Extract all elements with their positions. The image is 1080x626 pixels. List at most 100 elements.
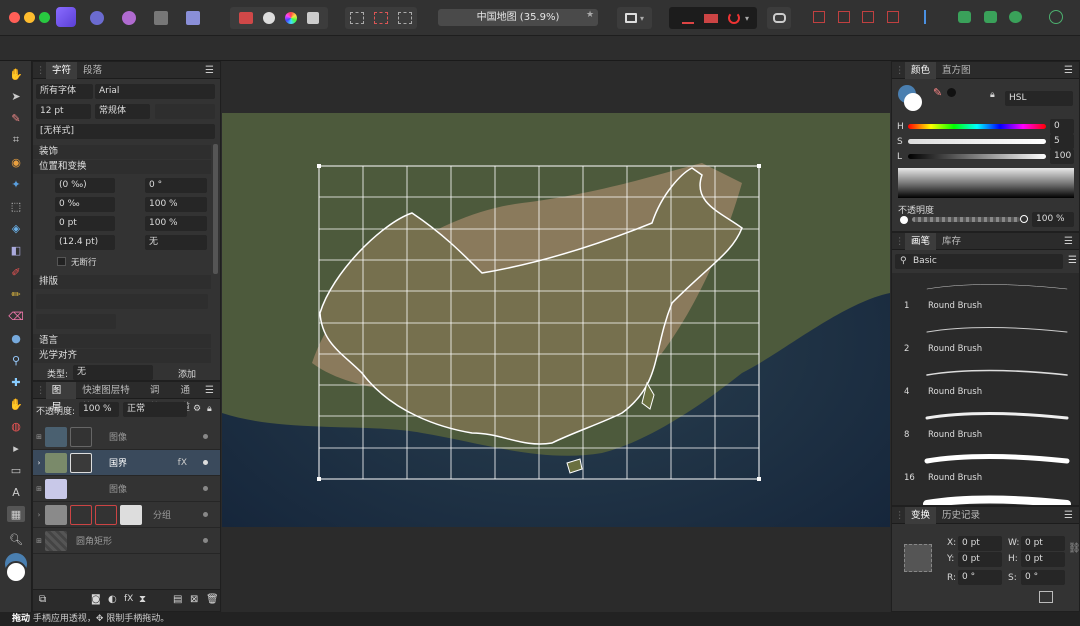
text-tool-icon[interactable]: A: [7, 484, 25, 500]
tab-color[interactable]: 颜色: [905, 61, 937, 79]
typography-buttons-row2[interactable]: [36, 314, 116, 329]
add-layer-icon[interactable]: ⊠: [190, 594, 198, 605]
layer-visibility-dot[interactable]: [203, 486, 208, 491]
warp-handle[interactable]: [317, 164, 321, 168]
fx-icon[interactable]: fX: [124, 594, 133, 604]
color-picker-tool-icon[interactable]: ✎: [7, 110, 25, 126]
anchor-point-selector[interactable]: [904, 544, 932, 572]
lock-icon[interactable]: 🔒︎: [990, 90, 995, 100]
snapping-magnet-icon[interactable]: [727, 12, 740, 24]
align-icon[interactable]: [924, 10, 936, 24]
subtract-icon[interactable]: [984, 11, 997, 23]
saturation-slider[interactable]: [908, 139, 1046, 144]
liquify-persona-icon[interactable]: [118, 7, 140, 29]
panel-menu-icon[interactable]: ☰: [205, 65, 214, 76]
healing-brush-icon[interactable]: ✚: [7, 374, 25, 390]
move-tool-icon[interactable]: ➤: [7, 88, 25, 104]
color-wheel-icon[interactable]: [285, 12, 297, 24]
arrange-icon[interactable]: [813, 11, 825, 23]
layer-row-selected[interactable]: › 国界 fX: [33, 450, 220, 476]
brush-item[interactable]: 4 Round Brush: [892, 359, 1079, 402]
h-field[interactable]: 0 pt: [1021, 552, 1065, 567]
layer-visibility-dot[interactable]: [203, 434, 208, 439]
user-account-icon[interactable]: [1049, 10, 1063, 24]
vertical-scale-field[interactable]: 100 %: [145, 197, 207, 212]
boolean-icon[interactable]: [887, 11, 899, 23]
warp-handle[interactable]: [317, 477, 321, 481]
marquee-tool-icon[interactable]: ⬚: [7, 198, 25, 214]
alignment-field[interactable]: 无: [145, 235, 207, 250]
red-eye-tool-icon[interactable]: ◍: [7, 418, 25, 434]
contrast-icon[interactable]: [263, 12, 275, 24]
layer-settings-gear-icon[interactable]: ⚙: [193, 404, 201, 414]
close-window-button[interactable]: [9, 12, 20, 23]
mirror-icon[interactable]: [703, 13, 718, 23]
document-title[interactable]: 中国地图 (35.9%): [438, 9, 598, 26]
layer-row[interactable]: ⊞ 圆角矩形: [33, 528, 220, 554]
section-position-transform[interactable]: 位置和变换: [33, 160, 211, 174]
layer-opacity-field[interactable]: 100 %: [79, 402, 119, 417]
develop-persona-icon[interactable]: [150, 7, 172, 29]
black-swatch[interactable]: [947, 88, 956, 97]
canvas-area[interactable]: [222, 61, 890, 612]
panel-menu-icon[interactable]: ☰: [205, 385, 214, 396]
pixel-tool-icon[interactable]: ✏: [7, 286, 25, 302]
add-icon[interactable]: [958, 11, 971, 23]
mask-layer-icon[interactable]: ◙: [91, 594, 101, 605]
section-decoration[interactable]: 装饰: [33, 145, 211, 159]
x-field[interactable]: 0 pt: [958, 536, 1002, 551]
erase-brush-icon[interactable]: ⌫: [7, 308, 25, 324]
folder-icon[interactable]: ▤: [173, 594, 182, 605]
tab-paragraph[interactable]: 段落: [77, 62, 108, 79]
flood-fill-icon[interactable]: ◈: [7, 220, 25, 236]
color-opacity-field[interactable]: 100 %: [1032, 212, 1074, 227]
tab-histogram[interactable]: 直方图: [936, 62, 977, 79]
w-field[interactable]: 0 pt: [1021, 536, 1065, 551]
paint-brush-icon[interactable]: ✐: [7, 264, 25, 280]
tab-adjustments[interactable]: 调整: [144, 382, 175, 413]
ruler-icon[interactable]: [681, 12, 694, 24]
text-style-select[interactable]: [无样式]: [36, 124, 215, 139]
lock-icon[interactable]: 🔒︎: [207, 404, 212, 414]
eyedropper-icon[interactable]: ✎: [933, 86, 942, 99]
live-filter-icon[interactable]: ⧗: [139, 594, 146, 605]
add-button[interactable]: 添加: [178, 367, 196, 380]
brush-item-partial[interactable]: [892, 488, 1079, 505]
maximize-window-button[interactable]: [39, 12, 50, 23]
warp-handle[interactable]: [757, 164, 761, 168]
layer-visibility-dot[interactable]: [203, 512, 208, 517]
tab-history[interactable]: 历史记录: [936, 507, 986, 524]
smudge-tool-icon[interactable]: ✋: [7, 396, 25, 412]
auto-adjust-icon[interactable]: [307, 12, 319, 24]
saturation-field[interactable]: 5: [1050, 134, 1074, 149]
hue-field[interactable]: 0: [1050, 119, 1074, 134]
font-style-select[interactable]: 常规体: [95, 104, 150, 119]
hand-tool-icon[interactable]: ✋: [7, 66, 25, 82]
levels-icon[interactable]: [239, 12, 253, 24]
brush-category-select[interactable]: Basic: [895, 254, 1063, 269]
font-collection-select[interactable]: 所有字体: [36, 84, 93, 99]
rotation-field[interactable]: 0 °: [958, 570, 1002, 585]
export-persona-icon[interactable]: [182, 7, 204, 29]
shear-field[interactable]: 0 °: [1021, 570, 1065, 585]
app-logo-icon[interactable]: [56, 7, 76, 27]
tracking-field[interactable]: (0 ‰): [55, 178, 115, 193]
adjustment-layer-icon[interactable]: ◐: [108, 594, 117, 605]
intersect-icon[interactable]: [1009, 11, 1022, 23]
primary-color-swatch[interactable]: [904, 93, 922, 111]
brush-item[interactable]: 1 Round Brush: [892, 273, 1079, 316]
typography-buttons[interactable]: [36, 294, 208, 309]
tab-layers[interactable]: 图层: [45, 381, 77, 413]
panel-menu-icon[interactable]: ☰: [1064, 510, 1073, 521]
brush-item[interactable]: 2 Round Brush: [892, 316, 1079, 359]
section-optical-alignment[interactable]: 光学对齐: [33, 349, 211, 363]
link-icon[interactable]: ⛓: [1068, 543, 1080, 554]
text-format-buttons[interactable]: [155, 104, 215, 119]
trash-icon[interactable]: 🗑︎: [206, 594, 219, 605]
group-icon[interactable]: [838, 11, 850, 23]
warp-handle[interactable]: [757, 477, 761, 481]
deselect-icon[interactable]: [374, 12, 388, 24]
quick-mask-button[interactable]: ▾: [617, 7, 652, 29]
select-all-icon[interactable]: [350, 12, 364, 24]
assistant-icon[interactable]: [767, 7, 791, 29]
